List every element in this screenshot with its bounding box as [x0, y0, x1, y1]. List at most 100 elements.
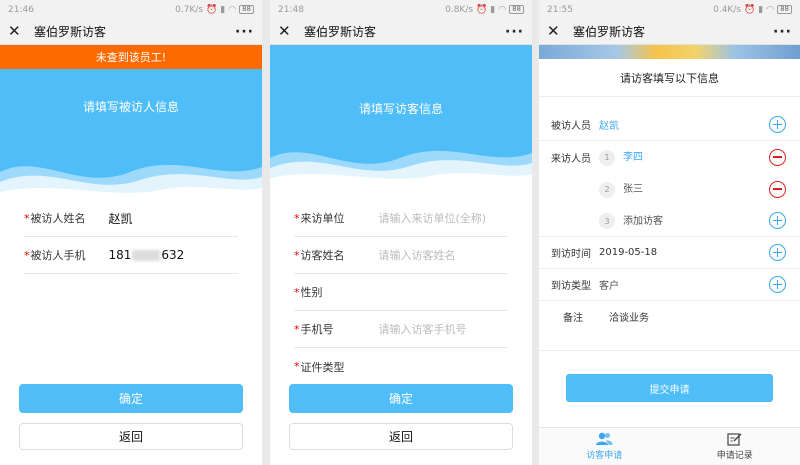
host-phone-value[interactable]: 181 632 — [109, 248, 185, 262]
select-type-button[interactable] — [769, 276, 786, 293]
tab-visitor-application[interactable]: 访客申请 — [539, 428, 670, 465]
hero-banner: 请填写访客信息 — [270, 45, 532, 188]
host-name-value[interactable]: 赵凯 — [109, 210, 133, 227]
form-heading: 请访客填写以下信息 — [539, 59, 800, 97]
signal-icon: ▮ — [758, 4, 764, 15]
divider — [539, 350, 800, 351]
host-phone-label: 被访人手机 — [30, 249, 86, 262]
visitor-label: 来访人员 — [551, 153, 591, 165]
alarm-icon: ⏰ — [476, 4, 488, 15]
tab-label: 访客申请 — [586, 451, 623, 461]
visitor-name-input[interactable]: 请输入访客姓名 — [379, 247, 456, 263]
select-time-button[interactable] — [769, 244, 786, 261]
phone-input[interactable]: 请输入访客手机号 — [379, 321, 467, 337]
close-icon[interactable]: ✕ — [547, 24, 567, 39]
nav-bar: ✕ 塞伯罗斯访客 ··· — [0, 19, 262, 45]
tab-label: 申请记录 — [716, 451, 753, 461]
visitor-row-2: 2 张三 — [539, 173, 800, 205]
battery-icon: 88 — [777, 5, 792, 14]
wifi-icon: ◠ — [498, 4, 507, 15]
app-title: 塞伯罗斯访客 — [34, 25, 107, 39]
status-bar: 21:46 0.7K/s ⏰ ▮ ◠ 88 — [0, 0, 262, 19]
gender-row[interactable]: * 性别 — [294, 274, 508, 311]
host-row: 被访人员 赵凯 — [539, 109, 800, 141]
status-bar: 21:55 0.4K/s ⏰ ▮ ◠ 88 — [539, 0, 800, 19]
phone-screen-visitor-info: 21:48 0.8K/s ⏰ ▮ ◠ 88 ✕ 塞伯罗斯访客 ··· 请填写访客… — [270, 0, 532, 465]
add-visitor-button[interactable] — [769, 212, 786, 229]
visitor-row-1: 来访人员 1 李四 — [539, 141, 800, 173]
edit-icon — [727, 433, 742, 446]
id-type-label: 证件类型 — [300, 360, 345, 374]
more-icon[interactable]: ··· — [773, 24, 792, 40]
company-label: 来访单位 — [300, 212, 345, 225]
submit-button[interactable]: 提交申请 — [566, 374, 773, 402]
phone-label: 手机号 — [300, 323, 334, 336]
remove-visitor-button[interactable] — [769, 148, 786, 166]
visitor-row-add: 3 添加访客 — [539, 205, 800, 237]
host-name-row[interactable]: * 被访人姓名 赵凯 — [24, 200, 238, 237]
alarm-icon: ⏰ — [744, 4, 756, 15]
confirm-button[interactable]: 确定 — [19, 384, 243, 413]
alarm-icon: ⏰ — [206, 4, 218, 15]
add-host-button[interactable] — [769, 116, 786, 133]
app-title: 塞伯罗斯访客 — [304, 25, 377, 39]
battery-icon: 88 — [239, 5, 254, 14]
error-banner: 未查到该员工! — [0, 45, 262, 69]
more-icon[interactable]: ··· — [505, 24, 524, 40]
status-bar: 21:48 0.8K/s ⏰ ▮ ◠ 88 — [270, 0, 532, 19]
network-speed: 0.7K/s — [175, 4, 204, 15]
network-speed: 0.8K/s — [445, 4, 474, 15]
tab-bar: 访客申请 申请记录 — [539, 427, 800, 465]
visit-type-row: 到访类型 客户 — [539, 269, 800, 301]
visitor-index: 2 — [599, 181, 615, 198]
company-input[interactable]: 请输入来访单位(全称) — [379, 210, 487, 226]
visitor-index: 1 — [599, 149, 615, 166]
company-row[interactable]: * 来访单位 请输入来访单位(全称) — [294, 200, 508, 237]
visitor-name-row[interactable]: * 访客姓名 请输入访客姓名 — [294, 237, 508, 274]
status-time: 21:55 — [547, 4, 573, 15]
visitor-name[interactable]: 李四 — [623, 152, 643, 163]
signal-icon: ▮ — [220, 4, 226, 15]
wifi-icon: ◠ — [228, 4, 237, 15]
tab-application-records[interactable]: 申请记录 — [670, 428, 800, 465]
close-icon[interactable]: ✕ — [8, 24, 28, 39]
redaction-blur — [132, 250, 161, 261]
wave-decoration — [270, 150, 532, 188]
host-phone-row[interactable]: * 被访人手机 181 632 — [24, 237, 238, 274]
hero-title: 请填写访客信息 — [358, 102, 443, 116]
app-title: 塞伯罗斯访客 — [573, 25, 646, 39]
confirm-button[interactable]: 确定 — [289, 384, 513, 413]
signal-icon: ▮ — [490, 4, 496, 15]
phone-screen-application: 21:55 0.4K/s ⏰ ▮ ◠ 88 ✕ 塞伯罗斯访客 ··· 请访客填写… — [539, 0, 800, 465]
phone-screen-host-info: 21:46 0.7K/s ⏰ ▮ ◠ 88 ✕ 塞伯罗斯访客 ··· 未查到该员… — [0, 0, 262, 465]
visitor-name-label: 访客姓名 — [300, 249, 345, 262]
visitor-name[interactable]: 张三 — [623, 184, 643, 195]
visit-time-label: 到访时间 — [551, 249, 591, 260]
visit-type-label: 到访类型 — [551, 281, 591, 292]
note-label: 备注 — [563, 312, 583, 324]
back-button[interactable]: 返回 — [19, 423, 243, 450]
users-icon — [596, 432, 613, 445]
wifi-icon: ◠ — [766, 4, 775, 15]
banner-image — [539, 45, 800, 59]
host-name-label: 被访人姓名 — [30, 212, 86, 225]
note-row: 备注 洽谈业务 — [539, 300, 800, 332]
network-speed: 0.4K/s — [713, 4, 742, 15]
host-label: 被访人员 — [551, 121, 591, 132]
note-value[interactable]: 洽谈业务 — [609, 309, 800, 324]
status-time: 21:46 — [8, 4, 34, 15]
more-icon[interactable]: ··· — [235, 24, 254, 40]
close-icon[interactable]: ✕ — [278, 24, 298, 39]
screenshot-stage: 21:46 0.7K/s ⏰ ▮ ◠ 88 ✕ 塞伯罗斯访客 ··· 未查到该员… — [0, 0, 800, 465]
id-type-row[interactable]: * 证件类型 — [294, 348, 508, 385]
wave-decoration — [0, 164, 262, 202]
add-visitor-label[interactable]: 添加访客 — [623, 216, 663, 227]
visitor-index: 3 — [599, 213, 615, 230]
gender-label: 性别 — [300, 286, 323, 299]
nav-bar: ✕ 塞伯罗斯访客 ··· — [539, 19, 800, 45]
back-button[interactable]: 返回 — [289, 423, 513, 450]
hero-banner: 请填写被访人信息 — [0, 69, 262, 202]
visit-time-row: 到访时间 2019-05-18 — [539, 237, 800, 269]
phone-row[interactable]: * 手机号 请输入访客手机号 — [294, 311, 508, 348]
remove-visitor-button[interactable] — [769, 180, 786, 198]
